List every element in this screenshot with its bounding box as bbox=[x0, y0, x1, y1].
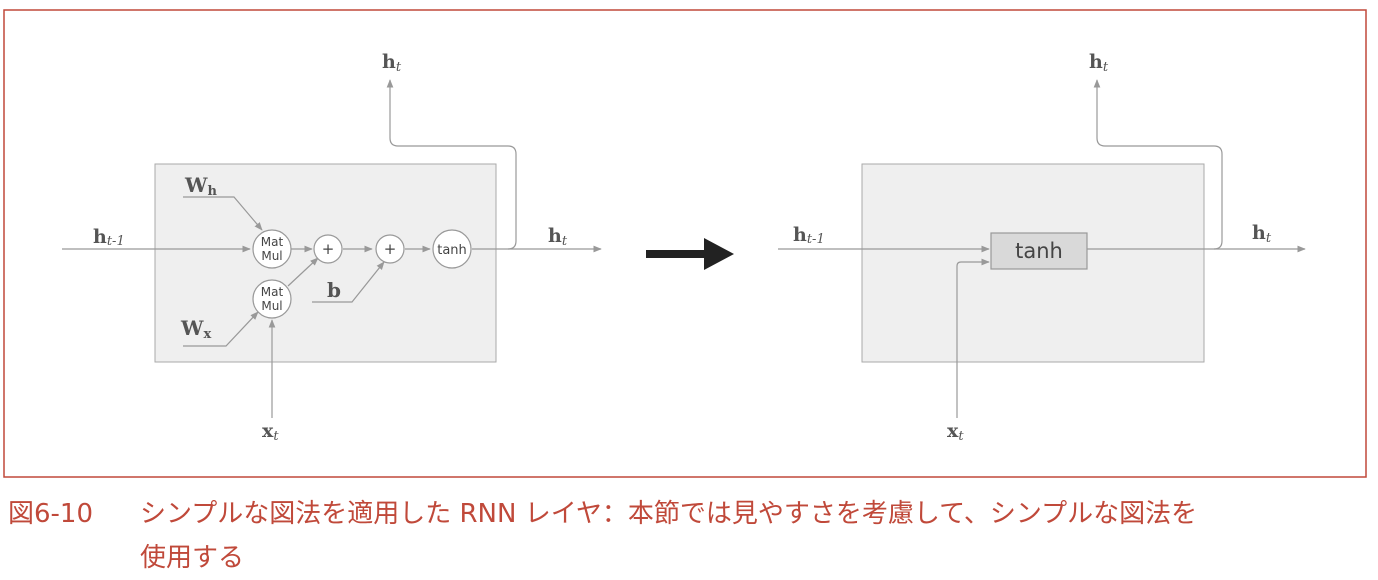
left-matmul-h-line2: Mul bbox=[261, 249, 282, 263]
right-tanh-label: tanh bbox=[1015, 239, 1063, 263]
left-tanh-label: tanh bbox=[437, 243, 467, 258]
left-matmul-x-line2: Mul bbox=[261, 299, 282, 313]
caption-line1: 図6-10 シンプルな図法を適用した RNN レイヤ：本節では見やすさを考慮して、… bbox=[8, 492, 1370, 536]
caption-text-line1: シンプルな図法を適用した RNN レイヤ：本節では見やすさを考慮して、シンプルな… bbox=[140, 499, 1198, 529]
left-plus1-label: + bbox=[322, 240, 335, 258]
figure-caption: 図6-10 シンプルな図法を適用した RNN レイヤ：本節では見やすさを考慮して、… bbox=[8, 492, 1370, 580]
left-matmul-h-line1: Mat bbox=[261, 235, 284, 249]
left-b-label: b bbox=[327, 278, 341, 302]
caption-text-line2: 使用する bbox=[140, 543, 245, 573]
rnn-diagram: Mat Mul Mat Mul + + tanh Wh Wx ht-1 ht h… bbox=[3, 9, 1367, 478]
left-matmul-x-line1: Mat bbox=[261, 285, 284, 299]
left-plus2-label: + bbox=[384, 240, 397, 258]
caption-number: 図6-10 bbox=[8, 499, 94, 529]
